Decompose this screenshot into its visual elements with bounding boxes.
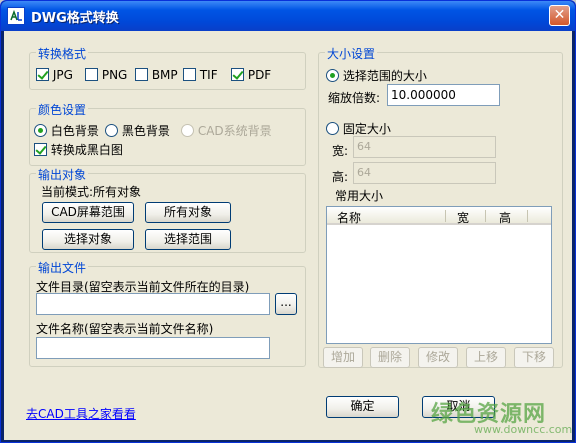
col-separator[interactable]	[445, 210, 446, 222]
move-up-button[interactable]: 上移	[466, 347, 506, 368]
bw-label: 转换成黑白图	[50, 143, 123, 157]
output-object-title: 输出对象	[36, 166, 89, 183]
scale-input[interactable]: 10.000000	[387, 84, 500, 106]
cad-bg-radio[interactable]: CAD系统背景	[181, 122, 272, 139]
width-label: 宽:	[332, 144, 349, 158]
select-range-button[interactable]: 选择范围	[145, 229, 231, 250]
pdf-label: PDF	[247, 68, 272, 82]
tif-check-box[interactable]	[183, 68, 196, 81]
png-checkbox[interactable]: PNG	[85, 68, 127, 82]
format-group-title: 转换格式	[36, 45, 89, 62]
col-name[interactable]: 名称	[337, 209, 361, 226]
select-objects-button[interactable]: 选择对象	[42, 229, 134, 250]
bw-check-box[interactable]	[34, 143, 47, 156]
white-bg-label: 白色背景	[50, 124, 99, 138]
scale-label: 缩放倍数:	[328, 91, 381, 105]
name-label: 文件名称(留空表示当前文件名称)	[36, 322, 214, 336]
pdf-checkbox[interactable]: PDF	[231, 68, 271, 82]
dialog-client-area: 转换格式 JPG PNG BMP TIF PDF 颜色设置 白色背景 黑色背景 …	[4, 31, 572, 440]
col-width[interactable]: 宽	[457, 209, 469, 226]
height-label: 高:	[332, 170, 349, 184]
all-objects-button[interactable]: 所有对象	[145, 202, 231, 223]
output-file-title: 输出文件	[36, 259, 89, 276]
watermark-url: www.downcc.com	[474, 423, 573, 436]
bmp-checkbox[interactable]: BMP	[135, 68, 178, 82]
bw-checkbox[interactable]: 转换成黑白图	[34, 141, 123, 158]
jpg-check-box[interactable]	[36, 68, 49, 81]
size-group-title: 大小设置	[325, 45, 378, 62]
cad-tools-link[interactable]: 去CAD工具之家看看	[26, 405, 136, 422]
col-height[interactable]: 高	[499, 209, 511, 226]
modify-button[interactable]: 修改	[418, 347, 458, 368]
jpg-label: JPG	[52, 68, 73, 82]
png-label: PNG	[101, 68, 128, 82]
browse-button[interactable]: ...	[275, 293, 297, 315]
bmp-label: BMP	[151, 68, 178, 82]
black-bg-radio-dot[interactable]	[105, 124, 118, 137]
ok-button[interactable]: 确定	[326, 396, 399, 418]
jpg-checkbox[interactable]: JPG	[36, 68, 73, 82]
dialog-window: DWG格式转换 ✕ 转换格式 JPG PNG BMP TIF PDF 颜色设置 …	[0, 0, 576, 443]
add-button[interactable]: 增加	[323, 347, 363, 368]
png-check-box[interactable]	[85, 68, 98, 81]
common-sizes-list[interactable]: 名称 宽 高	[326, 206, 552, 344]
move-down-button[interactable]: 下移	[514, 347, 554, 368]
color-group-title: 颜色设置	[36, 101, 89, 118]
pdf-check-box[interactable]	[231, 68, 244, 81]
cad-bg-label: CAD系统背景	[197, 124, 272, 138]
cad-screen-range-button[interactable]: CAD屏幕范围	[42, 202, 134, 223]
title-bar[interactable]: DWG格式转换 ✕	[1, 1, 575, 31]
cad-bg-radio-dot[interactable]	[181, 124, 194, 137]
fixed-size-label: 固定大小	[342, 122, 391, 136]
close-button[interactable]: ✕	[549, 5, 570, 26]
black-bg-label: 黑色背景	[121, 124, 170, 138]
current-mode-text: 当前模式:所有对象	[41, 185, 142, 199]
select-range-size-dot[interactable]	[326, 69, 339, 82]
close-icon: ✕	[553, 7, 566, 23]
window-title: DWG格式转换	[31, 11, 119, 26]
select-range-size-radio[interactable]: 选择范围的大小	[326, 67, 427, 84]
tif-label: TIF	[199, 68, 218, 82]
col-separator[interactable]	[485, 210, 486, 222]
col-separator[interactable]	[527, 210, 528, 222]
width-input[interactable]: 64	[353, 136, 496, 158]
tif-checkbox[interactable]: TIF	[183, 68, 218, 82]
fixed-size-radio[interactable]: 固定大小	[326, 120, 391, 137]
dwg-app-icon	[7, 7, 25, 25]
select-range-size-label: 选择范围的大小	[342, 69, 427, 83]
delete-button[interactable]: 删除	[370, 347, 410, 368]
fixed-size-dot[interactable]	[326, 122, 339, 135]
height-input[interactable]: 64	[353, 162, 496, 184]
list-header: 名称 宽 高	[327, 207, 551, 225]
bmp-check-box[interactable]	[135, 68, 148, 81]
dir-input[interactable]	[36, 293, 270, 315]
black-bg-radio[interactable]: 黑色背景	[105, 122, 170, 139]
white-bg-radio-dot[interactable]	[34, 124, 47, 137]
white-bg-radio[interactable]: 白色背景	[34, 122, 99, 139]
name-input[interactable]	[36, 337, 270, 359]
common-sizes-label: 常用大小	[335, 189, 384, 203]
